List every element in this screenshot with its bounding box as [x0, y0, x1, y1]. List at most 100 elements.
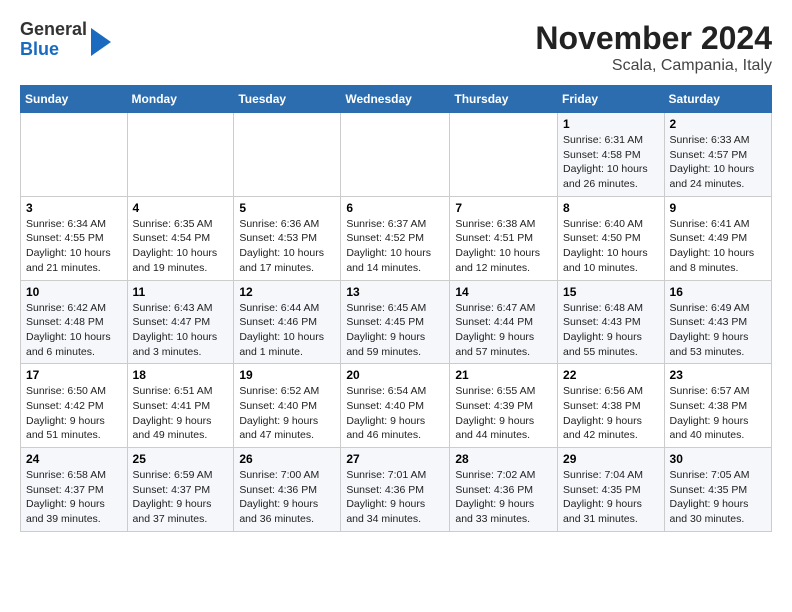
calendar-cell: 29Sunrise: 7:04 AMSunset: 4:35 PMDayligh… [558, 448, 665, 532]
day-number: 8 [563, 201, 659, 215]
column-header-friday: Friday [558, 86, 665, 113]
column-header-saturday: Saturday [664, 86, 771, 113]
day-number: 6 [346, 201, 444, 215]
page-title: November 2024 [535, 20, 772, 57]
calendar-cell: 23Sunrise: 6:57 AMSunset: 4:38 PMDayligh… [664, 364, 771, 448]
day-number: 9 [670, 201, 766, 215]
day-number: 20 [346, 368, 444, 382]
calendar-cell: 14 Sunrise: 6:47 AMSunset: 4:44 PMDayligh… [450, 280, 558, 364]
calendar-cell: 2Sunrise: 6:33 AMSunset: 4:57 PMDaylight… [664, 113, 771, 197]
day-number: 3 [26, 201, 122, 215]
calendar-cell: 9 Sunrise: 6:41 AMSunset: 4:49 PMDaylight… [664, 196, 771, 280]
day-info: Sunrise: 6:48 AMSunset: 4:43 PMDaylight:… [563, 301, 659, 360]
day-number: 27 [346, 452, 444, 466]
column-header-wednesday: Wednesday [341, 86, 450, 113]
title-block: November 2024 Scala, Campania, Italy [535, 20, 772, 75]
column-header-thursday: Thursday [450, 86, 558, 113]
calendar-cell: 16 Sunrise: 6:49 AMSunset: 4:43 PMDayligh… [664, 280, 771, 364]
calendar-cell [341, 113, 450, 197]
day-number: 22 [563, 368, 659, 382]
day-number: 28 [455, 452, 552, 466]
calendar-cell: 1 Sunrise: 6:31 AMSunset: 4:58 PMDaylight… [558, 113, 665, 197]
page-header: General Blue November 2024 Scala, Campan… [20, 20, 772, 75]
day-number: 5 [239, 201, 335, 215]
calendar-cell [127, 113, 234, 197]
calendar-cell [450, 113, 558, 197]
column-header-sunday: Sunday [21, 86, 128, 113]
day-info: Sunrise: 6:36 AMSunset: 4:53 PMDaylight:… [239, 217, 335, 276]
day-info: Sunrise: 6:41 AMSunset: 4:49 PMDaylight:… [670, 217, 766, 276]
week-row-2: 3 Sunrise: 6:34 AMSunset: 4:55 PMDaylight… [21, 196, 772, 280]
column-header-monday: Monday [127, 86, 234, 113]
day-number: 30 [670, 452, 766, 466]
calendar-cell: 3 Sunrise: 6:34 AMSunset: 4:55 PMDaylight… [21, 196, 128, 280]
logo-text: General Blue [20, 20, 87, 60]
calendar-cell: 21 Sunrise: 6:55 AMSunset: 4:39 PMDayligh… [450, 364, 558, 448]
day-number: 14 [455, 285, 552, 299]
calendar-cell: 27 Sunrise: 7:01 AMSunset: 4:36 PMDayligh… [341, 448, 450, 532]
calendar-cell: 17 Sunrise: 6:50 AMSunset: 4:42 PMDayligh… [21, 364, 128, 448]
day-info: Sunrise: 6:31 AMSunset: 4:58 PMDaylight:… [563, 133, 659, 192]
day-info: Sunrise: 6:45 AMSunset: 4:45 PMDaylight:… [346, 301, 444, 360]
calendar-cell: 28 Sunrise: 7:02 AMSunset: 4:36 PMDayligh… [450, 448, 558, 532]
calendar-cell: 7Sunrise: 6:38 AMSunset: 4:51 PMDaylight… [450, 196, 558, 280]
day-info: Sunrise: 6:35 AMSunset: 4:54 PMDaylight:… [133, 217, 229, 276]
calendar-cell: 19Sunrise: 6:52 AMSunset: 4:40 PMDayligh… [234, 364, 341, 448]
calendar-cell: 25 Sunrise: 6:59 AMSunset: 4:37 PMDayligh… [127, 448, 234, 532]
day-info: Sunrise: 6:58 AMSunset: 4:37 PMDaylight:… [26, 468, 122, 527]
day-number: 25 [133, 452, 229, 466]
calendar-cell: 12 Sunrise: 6:44 AMSunset: 4:46 PMDayligh… [234, 280, 341, 364]
logo-blue: Blue [20, 40, 87, 60]
calendar-cell: 22 Sunrise: 6:56 AMSunset: 4:38 PMDayligh… [558, 364, 665, 448]
logo-arrow-icon [91, 28, 111, 56]
day-number: 29 [563, 452, 659, 466]
day-info: Sunrise: 7:02 AMSunset: 4:36 PMDaylight:… [455, 468, 552, 527]
calendar-cell: 18Sunrise: 6:51 AMSunset: 4:41 PMDayligh… [127, 364, 234, 448]
day-number: 1 [563, 117, 659, 131]
day-info: Sunrise: 6:54 AMSunset: 4:40 PMDaylight:… [346, 384, 444, 443]
day-number: 15 [563, 285, 659, 299]
day-info: Sunrise: 6:34 AMSunset: 4:55 PMDaylight:… [26, 217, 122, 276]
calendar-cell: 10Sunrise: 6:42 AMSunset: 4:48 PMDayligh… [21, 280, 128, 364]
day-info: Sunrise: 7:01 AMSunset: 4:36 PMDaylight:… [346, 468, 444, 527]
day-info: Sunrise: 6:38 AMSunset: 4:51 PMDaylight:… [455, 217, 552, 276]
day-info: Sunrise: 6:55 AMSunset: 4:39 PMDaylight:… [455, 384, 552, 443]
calendar-cell: 24 Sunrise: 6:58 AMSunset: 4:37 PMDayligh… [21, 448, 128, 532]
day-info: Sunrise: 6:42 AMSunset: 4:48 PMDaylight:… [26, 301, 122, 360]
day-number: 19 [239, 368, 335, 382]
calendar-cell: 13 Sunrise: 6:45 AMSunset: 4:45 PMDayligh… [341, 280, 450, 364]
day-number: 21 [455, 368, 552, 382]
day-number: 24 [26, 452, 122, 466]
page-subtitle: Scala, Campania, Italy [535, 57, 772, 75]
day-info: Sunrise: 6:40 AMSunset: 4:50 PMDaylight:… [563, 217, 659, 276]
calendar-cell [234, 113, 341, 197]
day-number: 12 [239, 285, 335, 299]
day-info: Sunrise: 6:51 AMSunset: 4:41 PMDaylight:… [133, 384, 229, 443]
calendar-cell: 30Sunrise: 7:05 AMSunset: 4:35 PMDayligh… [664, 448, 771, 532]
day-info: Sunrise: 6:56 AMSunset: 4:38 PMDaylight:… [563, 384, 659, 443]
day-number: 23 [670, 368, 766, 382]
calendar-cell: 5 Sunrise: 6:36 AMSunset: 4:53 PMDaylight… [234, 196, 341, 280]
calendar-table: SundayMondayTuesdayWednesdayThursdayFrid… [20, 85, 772, 532]
logo: General Blue [20, 20, 111, 60]
day-info: Sunrise: 6:49 AMSunset: 4:43 PMDaylight:… [670, 301, 766, 360]
calendar-cell: 15 Sunrise: 6:48 AMSunset: 4:43 PMDayligh… [558, 280, 665, 364]
header-row: SundayMondayTuesdayWednesdayThursdayFrid… [21, 86, 772, 113]
day-number: 17 [26, 368, 122, 382]
day-info: Sunrise: 6:50 AMSunset: 4:42 PMDaylight:… [26, 384, 122, 443]
day-info: Sunrise: 6:44 AMSunset: 4:46 PMDaylight:… [239, 301, 335, 360]
day-info: Sunrise: 6:43 AMSunset: 4:47 PMDaylight:… [133, 301, 229, 360]
day-info: Sunrise: 6:59 AMSunset: 4:37 PMDaylight:… [133, 468, 229, 527]
calendar-cell [21, 113, 128, 197]
day-number: 16 [670, 285, 766, 299]
calendar-cell: 11 Sunrise: 6:43 AMSunset: 4:47 PMDayligh… [127, 280, 234, 364]
calendar-cell: 20 Sunrise: 6:54 AMSunset: 4:40 PMDayligh… [341, 364, 450, 448]
week-row-5: 24 Sunrise: 6:58 AMSunset: 4:37 PMDayligh… [21, 448, 772, 532]
day-number: 4 [133, 201, 229, 215]
day-info: Sunrise: 6:47 AMSunset: 4:44 PMDaylight:… [455, 301, 552, 360]
logo-general: General [20, 20, 87, 40]
calendar-cell: 4 Sunrise: 6:35 AMSunset: 4:54 PMDaylight… [127, 196, 234, 280]
day-number: 11 [133, 285, 229, 299]
day-number: 13 [346, 285, 444, 299]
day-info: Sunrise: 7:00 AMSunset: 4:36 PMDaylight:… [239, 468, 335, 527]
